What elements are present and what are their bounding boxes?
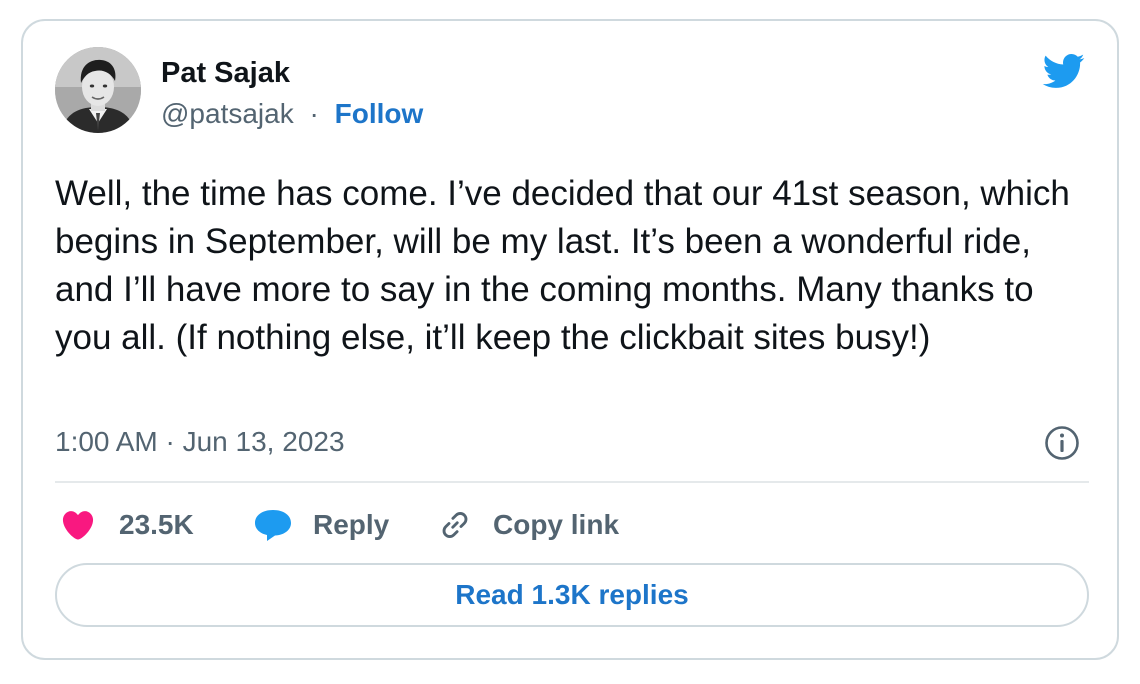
author-handle[interactable]: @patsajak	[161, 98, 294, 129]
avatar[interactable]	[55, 47, 141, 133]
divider	[55, 481, 1089, 483]
twitter-bird-icon[interactable]	[1036, 49, 1090, 93]
copy-link-label: Copy link	[493, 509, 620, 540]
avatar-photo	[55, 47, 141, 133]
copy-link-button[interactable]: Copy link	[437, 505, 619, 545]
tweet-embed-card: Pat Sajak @patsajak · Follow Well, the t…	[21, 19, 1119, 660]
author-name[interactable]: Pat Sajak	[161, 57, 290, 90]
info-icon[interactable]	[1043, 424, 1081, 462]
follow-button[interactable]: Follow	[335, 98, 424, 129]
tweet-timestamp[interactable]: 1:00 AM · Jun 13, 2023	[55, 426, 345, 458]
link-icon	[437, 507, 473, 543]
like-button[interactable]: 23.5K	[57, 505, 194, 545]
handle-separator: ·	[309, 98, 319, 129]
reply-button[interactable]: Reply	[253, 505, 389, 545]
read-replies-button[interactable]: Read 1.3K replies	[55, 563, 1089, 627]
tweet-text: Well, the time has come. I’ve decided th…	[55, 174, 1070, 357]
speech-bubble-icon	[253, 507, 293, 543]
like-count: 23.5K	[119, 509, 194, 540]
author-handle-row: @patsajak · Follow	[161, 98, 423, 130]
heart-icon	[57, 507, 99, 543]
reply-label: Reply	[313, 509, 390, 540]
